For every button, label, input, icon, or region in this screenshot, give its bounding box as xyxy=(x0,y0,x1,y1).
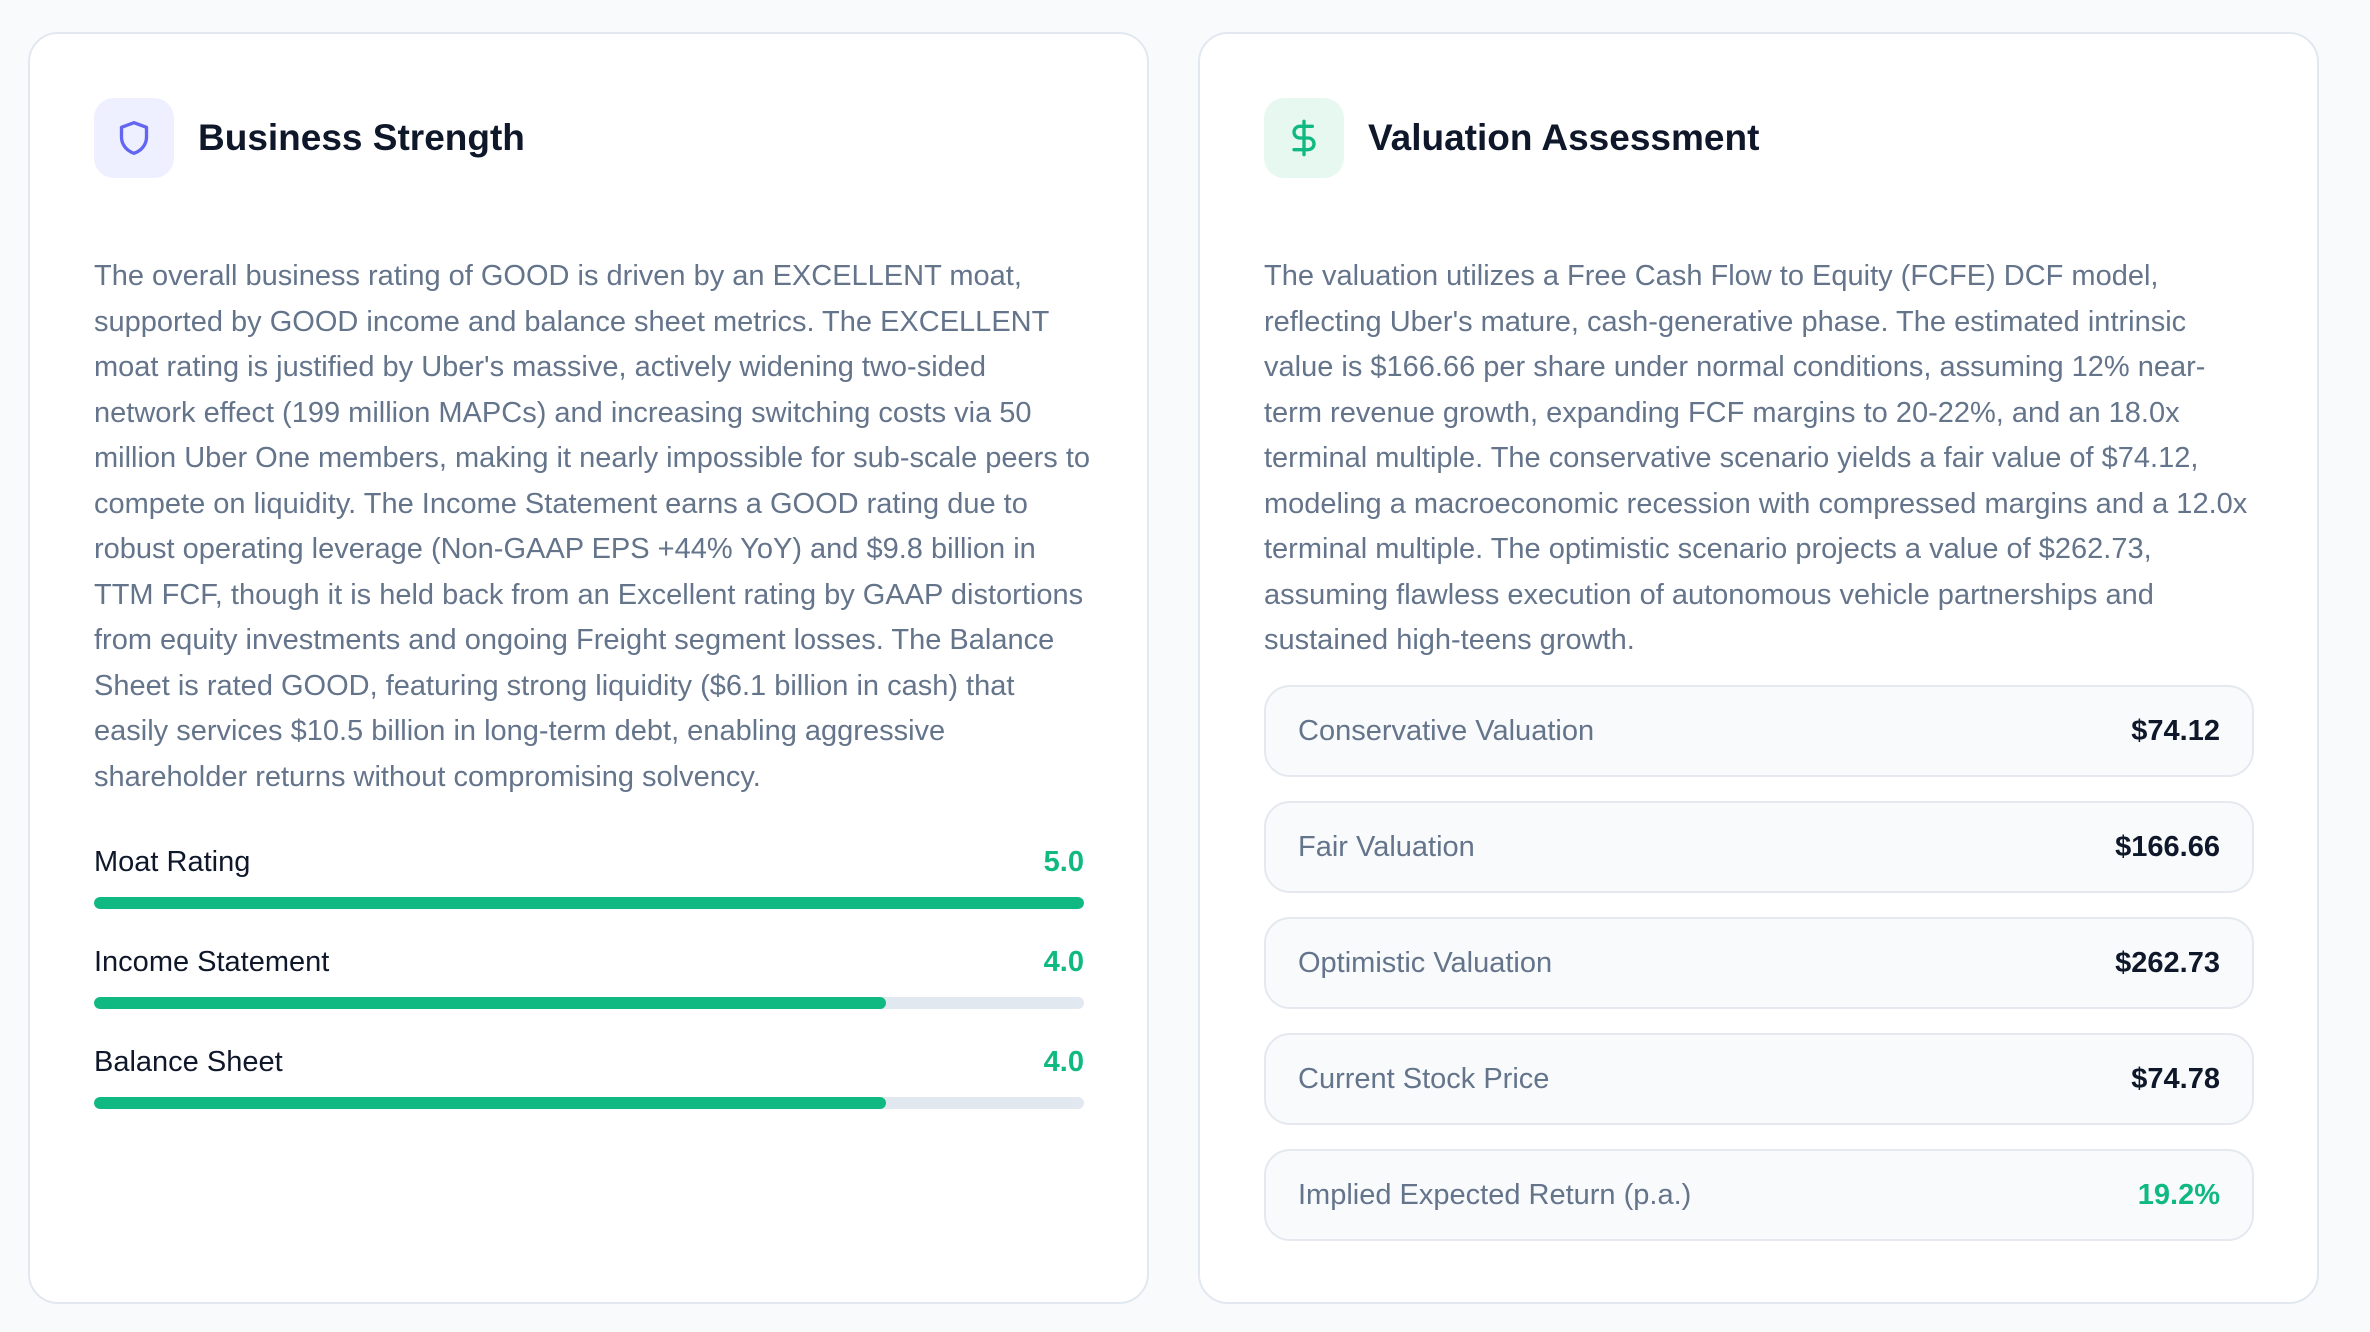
valuation-row-current-price: Current Stock Price $74.78 xyxy=(1264,1033,2254,1125)
rating-label: Balance Sheet xyxy=(94,1046,283,1078)
valuation-row-label: Optimistic Valuation xyxy=(1298,946,1553,979)
rating-income-statement: Income Statement 4.0 xyxy=(94,946,1084,1009)
rating-bar-fill xyxy=(94,1097,886,1109)
valuation-row-label: Fair Valuation xyxy=(1298,830,1475,863)
valuation-row-fair: Fair Valuation $166.66 xyxy=(1264,801,2254,893)
business-strength-description: The overall business rating of GOOD is d… xyxy=(94,260,1091,793)
valuation-row-label: Implied Expected Return (p.a.) xyxy=(1298,1178,1692,1211)
shield-icon xyxy=(94,98,174,178)
valuation-row-expected-return: Implied Expected Return (p.a.) 19.2% xyxy=(1264,1149,2254,1241)
valuation-row-optimistic: Optimistic Valuation $262.73 xyxy=(1264,917,2254,1009)
rating-label: Moat Rating xyxy=(94,846,251,878)
rating-label: Income Statement xyxy=(94,946,330,978)
valuation-row-value: 19.2% xyxy=(2137,1178,2220,1211)
rating-moat: Moat Rating 5.0 xyxy=(94,846,1084,909)
business-strength-card: Business Strength The overall business r… xyxy=(28,32,1149,1304)
rating-balance-sheet: Balance Sheet 4.0 xyxy=(94,1046,1084,1109)
page: Business Strength The overall business r… xyxy=(0,0,2370,1332)
valuation-row-conservative: Conservative Valuation $74.12 xyxy=(1264,685,2254,777)
valuation-row-label: Conservative Valuation xyxy=(1298,714,1595,747)
rating-bar-track xyxy=(94,1097,1084,1109)
rating-bar-track xyxy=(94,997,1084,1009)
valuation-row-value: $262.73 xyxy=(2115,946,2220,979)
valuation-assessment-card: Valuation Assessment The valuation utili… xyxy=(1198,32,2319,1304)
valuation-row-value: $166.66 xyxy=(2115,830,2220,863)
valuation-description: The valuation utilizes a Free Cash Flow … xyxy=(1264,260,2248,656)
rating-value: 4.0 xyxy=(1043,946,1084,978)
rating-bar-fill xyxy=(94,997,886,1009)
rating-bar-fill xyxy=(94,897,1084,909)
valuation-row-label: Current Stock Price xyxy=(1298,1062,1550,1095)
business-strength-header: Business Strength xyxy=(94,98,525,178)
valuation-assessment-header: Valuation Assessment xyxy=(1264,98,1759,178)
rating-value: 4.0 xyxy=(1043,1046,1084,1078)
rating-value: 5.0 xyxy=(1043,846,1084,878)
dollar-icon xyxy=(1264,98,1344,178)
valuation-assessment-title: Valuation Assessment xyxy=(1368,117,1760,158)
business-strength-title: Business Strength xyxy=(198,117,525,158)
rating-bar-track xyxy=(94,897,1084,909)
valuation-row-value: $74.12 xyxy=(2131,714,2220,747)
valuation-row-value: $74.78 xyxy=(2131,1062,2220,1095)
